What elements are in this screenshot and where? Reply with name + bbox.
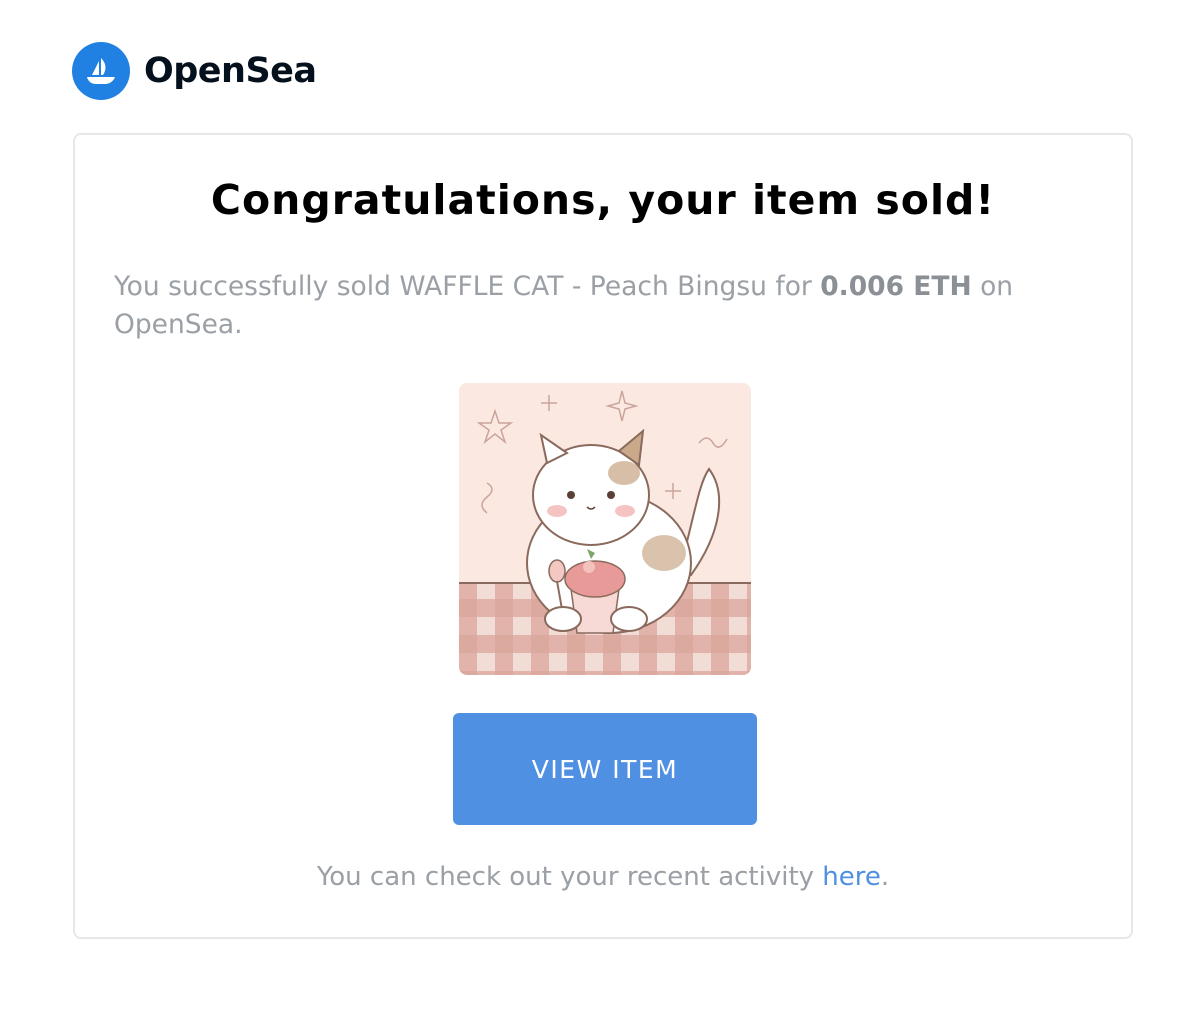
activity-here-link[interactable]: here bbox=[822, 862, 881, 892]
item-image[interactable] bbox=[459, 383, 751, 675]
waffle-cat-artwork-icon bbox=[459, 383, 751, 675]
opensea-logo-icon bbox=[72, 42, 130, 100]
email-page: OpenSea Congratulations, your item sold!… bbox=[0, 0, 1200, 1036]
view-item-button[interactable]: VIEW ITEM bbox=[453, 713, 757, 825]
sold-headline: Congratulations, your item sold! bbox=[210, 176, 996, 224]
brand-name: OpenSea bbox=[144, 51, 317, 91]
message-prefix: You successfully sold WAFFLE CAT - Peach… bbox=[114, 271, 821, 302]
activity-note-prefix: You can check out your recent activity bbox=[316, 862, 823, 892]
activity-note: You can check out your recent activity h… bbox=[0, 862, 1200, 892]
activity-note-suffix: . bbox=[880, 862, 890, 892]
sale-message: You successfully sold WAFFLE CAT - Peach… bbox=[114, 268, 1074, 344]
sale-amount: 0.006 ETH bbox=[820, 271, 972, 302]
brand-header[interactable]: OpenSea bbox=[72, 42, 317, 100]
